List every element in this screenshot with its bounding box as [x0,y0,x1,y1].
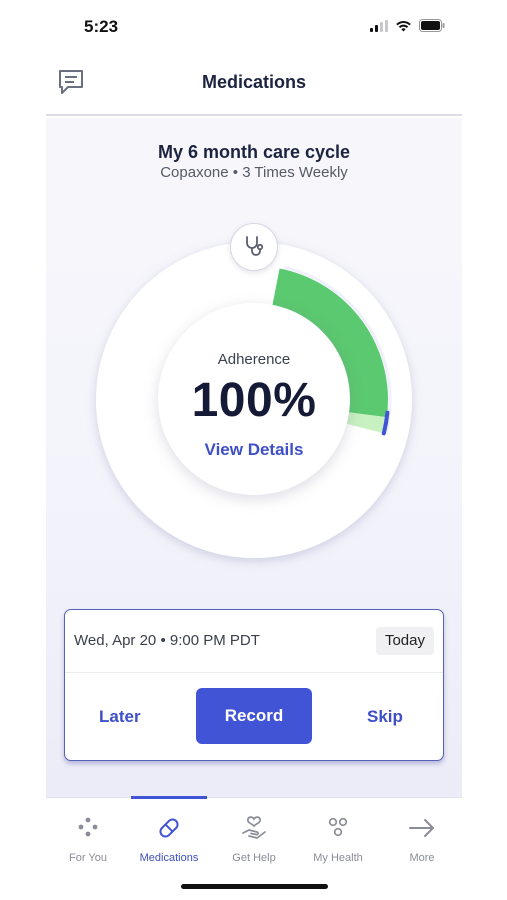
dose-datetime: Wed, Apr 20 • 9:00 PM PDT [74,632,260,649]
adherence-center: Adherence 100% View Details [158,303,350,495]
status-time: 5:23 [84,17,119,36]
tab-label: Medications [139,852,199,864]
tab-medications[interactable]: Medications [127,798,211,868]
main-content: My 6 month care cycle Copaxone • 3 Times… [46,118,462,798]
home-indicator [181,884,328,889]
tab-label: More [409,852,435,864]
card-divider [65,672,443,673]
battery-icon [419,19,445,32]
dots-icon [78,817,98,837]
circles-icon [328,817,348,837]
adherence-label: Adherence [217,351,291,368]
tab-my-health[interactable]: My Health [296,798,380,868]
tab-more[interactable]: More [380,798,464,868]
adherence-value: 100% [191,374,317,427]
page-title: Medications [201,72,307,92]
later-button[interactable]: Later [99,707,141,727]
tab-label: Get Help [232,852,276,864]
skip-button[interactable]: Skip [367,707,403,727]
view-details-link[interactable]: View Details [158,440,350,460]
pill-icon [159,818,179,838]
status-icons [370,19,445,32]
stethoscope-icon [246,236,264,256]
status-bar: 5:23 [0,0,507,52]
tab-get-help[interactable]: Get Help [212,798,296,868]
tab-label: My Health [313,852,363,864]
heart-hand-icon [242,816,266,839]
record-button[interactable]: Record [196,688,312,744]
wifi-icon [396,20,411,31]
header: Medications [46,52,462,116]
tab-bar: For You Medications Get Help My Health M… [46,796,464,868]
signal-icon [370,19,388,32]
dose-reminder-card: Wed, Apr 20 • 9:00 PM PDT Today Later Re… [64,609,444,761]
today-badge: Today [375,627,434,655]
tab-for-you[interactable]: For You [46,798,130,868]
arrow-right-icon [409,819,434,837]
tab-label: For You [69,852,107,864]
stethoscope-badge [230,223,278,271]
